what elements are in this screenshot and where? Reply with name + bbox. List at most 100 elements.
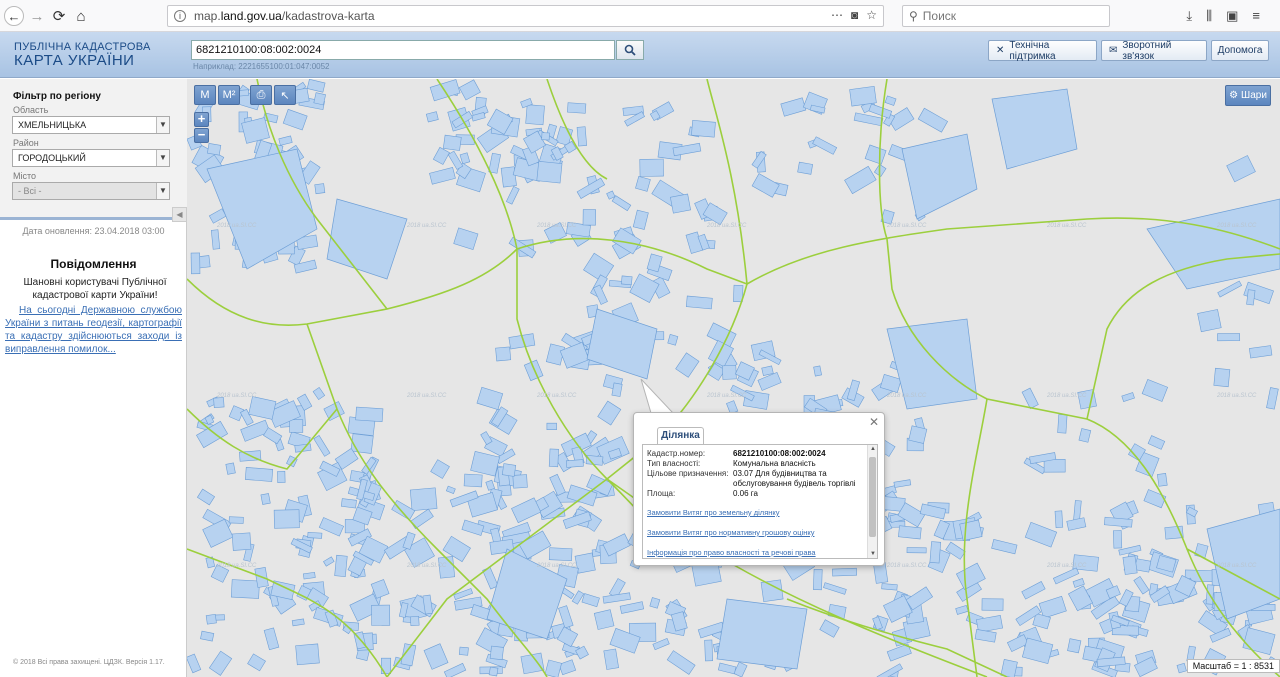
measure-distance-button[interactable]: M — [194, 85, 216, 105]
parcel — [260, 493, 271, 505]
parcel — [505, 185, 520, 205]
library-icon[interactable]: ⫼ — [1206, 8, 1212, 24]
scroll-down-icon[interactable]: ▼ — [868, 551, 877, 557]
order-extract-parcel-link[interactable]: Замовити Витяг про земельну ділянку — [647, 508, 780, 517]
update-date: Дата оновлення: 23.04.2018 03:00 — [22, 226, 165, 236]
page-actions-icon[interactable]: ⋯ — [831, 8, 843, 22]
watermark-text: 2018 ua.SI.CC — [216, 393, 257, 399]
parcel — [318, 517, 345, 537]
parcel — [230, 579, 260, 599]
parcel — [313, 92, 326, 106]
chevron-down-icon: ▼ — [156, 183, 169, 199]
parcel — [536, 160, 563, 184]
parcel — [906, 547, 927, 554]
browser-toolbar: ← → ⟳ ⌂ i map.land.gov.ua/kadastrova-kar… — [0, 0, 1280, 32]
support-button[interactable]: ✕ Технічна підтримка — [988, 40, 1097, 62]
parcel — [228, 516, 244, 524]
reload-button[interactable]: ⟳ — [49, 6, 69, 26]
parcel — [1021, 387, 1039, 409]
print-button[interactable]: ⎙ — [250, 85, 272, 105]
parcel — [955, 604, 969, 615]
parcel — [313, 435, 331, 457]
parcel — [991, 88, 1078, 170]
oblast-select[interactable]: ХМЕЛЬНИЦЬКА ▼ — [12, 116, 170, 134]
home-button[interactable]: ⌂ — [71, 6, 91, 26]
browser-search-field[interactable]: ⚲ Поиск — [902, 5, 1110, 27]
parcel — [602, 533, 631, 557]
rayon-select[interactable]: ГОРОДОЦЬКИЙ ▼ — [12, 149, 170, 167]
map-scale: Масштаб = 1 : 8531 — [1186, 659, 1280, 673]
sidebar-icon[interactable]: ▣ — [1226, 8, 1238, 24]
parcel — [1054, 510, 1064, 529]
tab-parcel[interactable]: Ділянка — [657, 427, 704, 444]
measure-area-button[interactable]: M² — [218, 85, 240, 105]
notice-link[interactable]: На сьогодні Державною службою України з … — [5, 304, 182, 356]
zoom-in-button[interactable]: + — [194, 112, 209, 127]
feedback-button[interactable]: ✉ Зворотний зв'язок — [1101, 40, 1207, 62]
info-icon[interactable]: i — [174, 10, 186, 22]
sidebar: Фільтр по регіону Область ХМЕЛЬНИЦЬКА ▼ … — [0, 79, 187, 677]
identify-button[interactable]: ↖ — [274, 85, 296, 105]
parcel — [881, 583, 898, 591]
close-icon[interactable]: ✕ — [869, 415, 879, 429]
forward-button[interactable]: → — [27, 6, 47, 26]
parcel — [565, 459, 584, 468]
back-button[interactable]: ← — [4, 6, 24, 26]
parcel — [632, 209, 649, 230]
collapse-sidebar-button[interactable]: ◀ — [172, 207, 187, 222]
watermark-text: 2018 ua.SI.CC — [1216, 563, 1257, 569]
parcel — [470, 450, 500, 477]
parcel — [488, 666, 499, 677]
parcel — [350, 433, 374, 454]
parcel — [1121, 392, 1135, 402]
site-logo[interactable]: ПУБЛІЧНА КАДАСТРОВА КАРТА УКРАЇНИ — [14, 41, 151, 69]
cadastral-map[interactable]: 2018 ua.SI.CC 2018 ua.SI.CC 2018 ua.SI.CC 2… — [187, 79, 1280, 677]
search-example-hint: Наприклад: 2221655100:01:047:0052 — [193, 62, 330, 71]
parcel — [1038, 595, 1067, 619]
pocket-icon[interactable]: ◙ — [851, 8, 858, 22]
parcel — [812, 136, 838, 155]
parcel — [585, 455, 604, 466]
scroll-up-icon[interactable]: ▲ — [868, 446, 877, 452]
parcel — [1133, 575, 1150, 595]
printer-icon: ⎙ — [256, 88, 266, 101]
url-text: map.land.gov.ua/kadastrova-karta — [194, 9, 375, 23]
gear-icon: ⚙ — [1229, 90, 1239, 101]
bookmark-star-icon[interactable]: ☆ — [866, 8, 877, 22]
parcel — [1147, 435, 1166, 450]
parcel — [453, 588, 474, 601]
misto-select[interactable]: - Всі - ▼ — [12, 182, 170, 200]
parcel — [669, 193, 692, 214]
order-extract-valuation-link[interactable]: Замовити Витяг про нормативну грошову оц… — [647, 528, 814, 537]
address-bar[interactable]: i map.land.gov.ua/kadastrova-karta ⋯ ◙ ☆ — [167, 5, 884, 27]
download-icon[interactable]: ⤓ — [1186, 8, 1192, 24]
layers-button[interactable]: ⚙ Шари — [1225, 85, 1271, 106]
oblast-label: Область — [13, 105, 49, 115]
parcel — [1246, 289, 1256, 306]
parcel — [544, 659, 562, 677]
parcel — [898, 525, 922, 540]
parcel — [593, 609, 615, 630]
parcel — [423, 643, 449, 670]
parcel — [429, 167, 456, 185]
watermark-text: 2018 ua.SI.CC — [1216, 393, 1257, 399]
ownership-info-link[interactable]: Інформація про право власності та речові… — [647, 548, 816, 557]
parcel — [813, 365, 822, 377]
parcel — [717, 662, 737, 675]
parcel — [929, 541, 942, 564]
parcel — [666, 650, 696, 675]
parcel — [480, 431, 493, 446]
parcel — [639, 158, 664, 177]
cadastral-search-input[interactable] — [191, 40, 615, 60]
parcel — [447, 150, 464, 170]
zoom-out-button[interactable]: − — [194, 128, 209, 143]
parcel — [187, 653, 202, 674]
help-button[interactable]: Допомога — [1211, 40, 1269, 61]
popup-scrollbar[interactable]: ▲ ▼ — [867, 445, 877, 558]
parcel — [278, 135, 293, 146]
menu-icon[interactable]: ≡ — [1252, 8, 1260, 24]
map-canvas[interactable]: 2018 ua.SI.CC 2018 ua.SI.CC 2018 ua.SI.CC 2… — [187, 79, 1280, 677]
parcel — [489, 645, 504, 661]
search-button[interactable] — [616, 40, 644, 60]
parcel — [273, 509, 300, 529]
